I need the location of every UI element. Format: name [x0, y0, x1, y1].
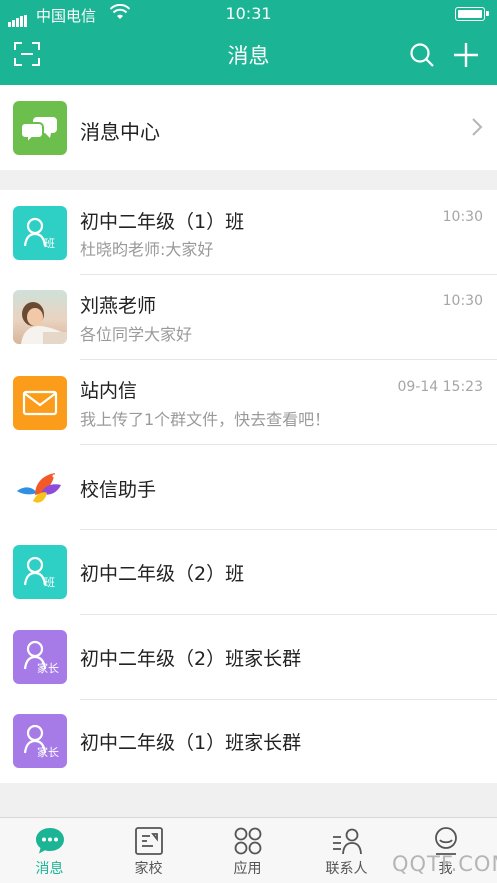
status-time: 10:31 — [225, 4, 272, 23]
tab-label: 联系人 — [325, 861, 368, 877]
class-icon-label: 班 — [44, 576, 55, 589]
conversation-time: 10:30 — [442, 293, 483, 309]
conversation-item[interactable]: 校信助手 — [0, 445, 497, 530]
tab-messages[interactable]: 消息 — [0, 818, 99, 883]
conversation-preview: 我上传了1个群文件，快去查看吧！ — [80, 410, 331, 429]
document-icon — [135, 827, 163, 855]
conversation-item[interactable]: 刘燕老师 各位同学大家好 10:30 — [0, 275, 497, 360]
conversation-title: 校信助手 — [80, 479, 157, 501]
apps-grid-icon — [234, 827, 262, 855]
contacts-icon — [333, 828, 362, 855]
parent-icon: 家长 — [13, 714, 67, 768]
tab-apps[interactable]: 应用 — [198, 818, 297, 883]
chevron-right-icon — [471, 117, 483, 141]
message-center-icon — [13, 101, 67, 155]
message-center-label: 消息中心 — [80, 120, 160, 144]
conversation-item[interactable]: 家长 初中二年级（1）班家长群 — [0, 700, 497, 783]
message-center-row[interactable]: 消息中心 — [0, 85, 497, 170]
watermark: QQTF.COM — [392, 852, 497, 876]
teacher-photo — [13, 290, 67, 344]
search-icon[interactable] — [409, 42, 435, 68]
conversation-title: 初中二年级（1）班家长群 — [80, 732, 302, 754]
conversation-item[interactable]: 站内信 我上传了1个群文件，快去查看吧！ 09-14 15:23 — [0, 360, 497, 445]
conversation-item[interactable]: 班 初中二年级（2）班 — [0, 530, 497, 615]
conversation-time: 10:30 — [442, 209, 483, 225]
tab-label: 消息 — [35, 861, 64, 877]
conversation-title: 刘燕老师 — [80, 295, 157, 317]
battery-icon — [455, 7, 489, 21]
conversation-item[interactable]: 家长 初中二年级（2）班家长群 — [0, 615, 497, 700]
conversation-title: 初中二年级（1）班 — [80, 211, 245, 233]
tab-contacts[interactable]: 联系人 — [297, 818, 396, 883]
class-icon: 班 — [13, 545, 67, 599]
tab-home-school[interactable]: 家校 — [99, 818, 198, 883]
add-icon[interactable] — [452, 41, 480, 69]
conversation-preview: 各位同学大家好 — [80, 325, 193, 344]
tab-label: 应用 — [233, 861, 262, 877]
parent-icon-label: 家长 — [37, 662, 59, 675]
mail-icon — [13, 376, 67, 430]
bird-logo — [13, 461, 67, 515]
conversation-item[interactable]: 班 初中二年级（1）班 杜晓昀老师:大家好 10:30 — [0, 190, 497, 275]
conversation-title: 站内信 — [80, 380, 138, 402]
tab-label: 家校 — [134, 861, 163, 877]
chat-bubble-icon — [36, 828, 64, 854]
conversation-title: 初中二年级（2）班 — [80, 563, 245, 585]
class-icon-label: 班 — [44, 237, 55, 250]
top-bar: 中国电信 10:31 消息 — [0, 0, 497, 85]
conversation-time: 09-14 15:23 — [397, 379, 483, 395]
status-bar: 中国电信 10:31 — [0, 0, 497, 28]
conversation-preview: 杜晓昀老师:大家好 — [80, 240, 214, 259]
parent-icon-label: 家长 — [37, 746, 59, 759]
conversation-title: 初中二年级（2）班家长群 — [80, 648, 302, 670]
class-icon: 班 — [13, 206, 67, 260]
parent-icon: 家长 — [13, 630, 67, 684]
